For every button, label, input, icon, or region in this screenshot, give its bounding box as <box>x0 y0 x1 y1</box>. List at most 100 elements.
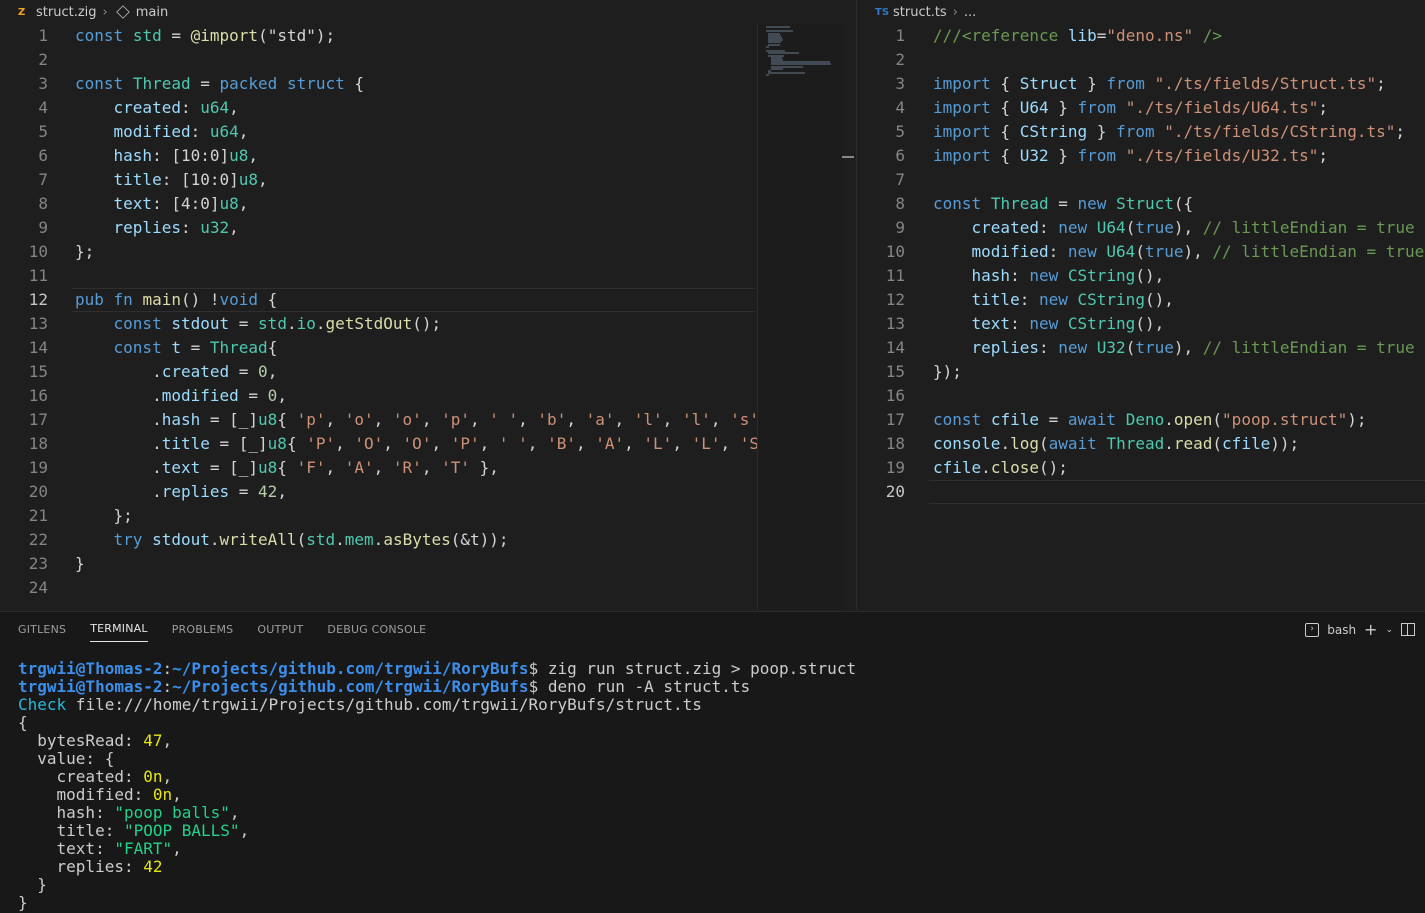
code-token: . <box>75 434 162 453</box>
code-token: . <box>1000 434 1011 453</box>
code-line[interactable]: 7 title: [10:0]u8, <box>0 168 855 192</box>
code-token: "poop.struct" <box>1222 410 1348 429</box>
code-line[interactable]: 14 replies: new U32(true), // littleEndi… <box>857 336 1425 360</box>
new-terminal-icon[interactable]: + <box>1364 620 1377 639</box>
code-token: asBytes <box>383 530 451 549</box>
code-line[interactable]: 7 <box>857 168 1425 192</box>
code-editor[interactable]: 1 const std = @import("std"); 2 3 const Thre… <box>0 24 855 600</box>
terminal-icon[interactable]: › <box>1305 622 1320 637</box>
breadcrumb-file[interactable]: struct.ts <box>893 5 947 20</box>
breadcrumb-file[interactable]: struct.zig <box>36 5 97 20</box>
code-line[interactable]: 18 console.log(await Thread.read(cfile)); <box>857 432 1425 456</box>
code-line[interactable]: 16 <box>857 384 1425 408</box>
code-line[interactable]: 12 title: new CString(), <box>857 288 1425 312</box>
code-line[interactable]: 17 .hash = [_]u8{ 'p', 'o', 'o', 'p', ' … <box>0 408 855 432</box>
code-token: 0 <box>258 362 268 381</box>
breadcrumb-symbol[interactable]: ... <box>964 5 976 20</box>
code-token: U32 <box>1019 146 1049 165</box>
code-token: } <box>18 875 47 894</box>
split-terminal-icon[interactable] <box>1401 623 1415 636</box>
code-editor[interactable]: 1///<reference lib="deno.ns" /> 2 3 import … <box>857 24 1425 504</box>
code-token: replies: <box>18 857 144 876</box>
tab-problems[interactable]: PROBLEMS <box>172 617 234 642</box>
code-line[interactable]: 19 .text = [_]u8{ 'F', 'A', 'R', 'T' }, <box>0 456 855 480</box>
code-line[interactable]: 3 const Thread = packed struct { <box>0 72 855 96</box>
breadcrumb-symbol[interactable]: main <box>136 5 168 20</box>
line-text: try stdout.writeAll(std.mem.asBytes(&t))… <box>75 528 509 552</box>
code-line[interactable]: 5 modified: u64, <box>0 120 855 144</box>
code-token: new <box>1058 338 1088 357</box>
line-text: import { Struct } from "./ts/fields/Stru… <box>933 72 1386 96</box>
code-line[interactable]: 1 const std = @import("std"); <box>0 24 855 48</box>
code-line[interactable]: 5 import { CString } from "./ts/fields/CS… <box>857 120 1425 144</box>
code-line[interactable]: 13 text: new CString(), <box>857 312 1425 336</box>
line-number: 23 <box>28 554 48 573</box>
code-line[interactable]: 3 import { Struct } from "./ts/fields/Str… <box>857 72 1425 96</box>
code-token: , <box>248 146 259 165</box>
code-token: : <box>1010 266 1030 285</box>
code-line[interactable]: 9 created: new U64(true), // littleEndia… <box>857 216 1425 240</box>
code-line[interactable]: 2 <box>857 48 1425 72</box>
line-number: 19 <box>28 458 48 477</box>
code-line[interactable]: 8 const Thread = new Struct({ <box>857 192 1425 216</box>
code-token: = [_] <box>200 458 259 477</box>
code-token: , <box>431 434 451 453</box>
code-line[interactable]: 6 import { U32 } from "./ts/fields/U32.ts… <box>857 144 1425 168</box>
code-token: hash <box>933 266 1011 285</box>
code-line[interactable]: 14 const t = Thread{ <box>0 336 855 360</box>
tab-output[interactable]: OUTPUT <box>257 617 303 642</box>
code-line[interactable]: 4 created: u64, <box>0 96 855 120</box>
code-line[interactable]: 12 pub fn main() !void { <box>0 288 855 312</box>
chevron-down-icon[interactable]: ⌄ <box>1385 625 1393 635</box>
code-line[interactable]: 2 <box>0 48 855 72</box>
code-line[interactable]: 18 .title = [_]u8{ 'P', 'O', 'O', 'P', '… <box>0 432 855 456</box>
current-line-highlight <box>929 480 1425 504</box>
code-line[interactable]: 21 }; <box>0 504 855 528</box>
code-token: main <box>142 290 181 309</box>
terminal-shell-name[interactable]: bash <box>1327 623 1356 637</box>
code-line[interactable]: 22 try stdout.writeAll(std.mem.asBytes(&… <box>0 528 855 552</box>
tab-terminal[interactable]: TERMINAL <box>90 616 148 642</box>
code-token: : <box>1019 290 1039 309</box>
code-token: = <box>229 314 259 333</box>
code-line[interactable]: 1 ///<reference lib="deno.ns" /> <box>857 24 1425 48</box>
tab-debug-console[interactable]: DEBUG CONSOLE <box>327 617 426 642</box>
code-line[interactable]: 20 .replies = 42, <box>0 480 855 504</box>
code-line[interactable]: 6 hash: [10:0]u8, <box>0 144 855 168</box>
code-line[interactable]: 13 const stdout = std.io.getStdOut(); <box>0 312 855 336</box>
code-token: ; <box>1318 98 1328 117</box>
editor-pane-struct-ts[interactable]: TS struct.ts › ... 1///<reference lib="d… <box>856 0 1425 610</box>
terminal-output[interactable]: trgwii@Thomas-2:~/Projects/github.com/tr… <box>18 660 1425 912</box>
code-token: writeAll <box>219 530 297 549</box>
tab-gitlens[interactable]: GITLENS <box>18 617 66 642</box>
code-line[interactable]: 11 <box>0 264 855 288</box>
code-line[interactable]: 10}; <box>0 240 855 264</box>
code-line[interactable]: 17 const cfile = await Deno.open("poop.st… <box>857 408 1425 432</box>
code-line[interactable]: 20 <box>857 480 1425 504</box>
code-token: : <box>162 659 173 678</box>
code-line[interactable]: 15}); <box>857 360 1425 384</box>
code-token: 0 <box>267 386 278 405</box>
code-token: created <box>161 362 230 381</box>
code-line[interactable]: 9 replies: u32, <box>0 216 855 240</box>
panel-tabs: GITLENS TERMINAL PROBLEMS OUTPUT DEBUG CONSO… <box>0 612 1425 646</box>
code-line[interactable]: 10 modified: new U64(true), // littleEnd… <box>857 240 1425 264</box>
code-token: Check <box>18 695 67 714</box>
code-line[interactable]: 4 import { U64 } from "./ts/fields/U64.ts… <box>857 96 1425 120</box>
code-token: new <box>1077 194 1107 213</box>
code-token: = <box>229 482 259 501</box>
code-token: 'O' <box>354 434 384 453</box>
code-line[interactable]: 8 text: [4:0]u8, <box>0 192 855 216</box>
code-line[interactable]: 15 .created = 0, <box>0 360 855 384</box>
code-line[interactable]: 11 hash: new CString(), <box>857 264 1425 288</box>
code-line[interactable]: 24 <box>0 576 855 600</box>
code-line[interactable]: 19 cfile.close(); <box>857 456 1425 480</box>
code-token: io <box>296 314 316 333</box>
editor-pane-struct-zig[interactable]: Z struct.zig › main 1 const std = @import… <box>0 0 855 610</box>
code-line[interactable]: 23} <box>0 552 855 576</box>
minimap[interactable] <box>757 24 843 610</box>
code-line[interactable]: 16 .modified = 0, <box>0 384 855 408</box>
